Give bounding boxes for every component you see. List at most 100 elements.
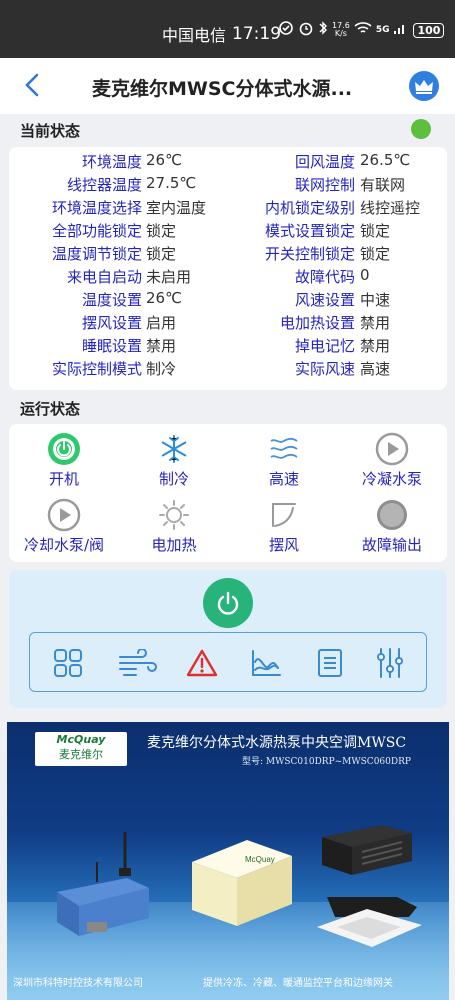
power-on-icon [48, 433, 80, 465]
signal-icon [393, 21, 407, 39]
online-status-dot [411, 119, 431, 139]
indoor-unit-image: McQuay [192, 840, 292, 926]
status-value: 0 [360, 266, 370, 284]
status-value: 未启用 [146, 268, 192, 286]
run-status-condensate-pump: 冷凝水泵 [337, 432, 447, 489]
status-value: 锁定 [360, 245, 391, 263]
status-row: 环境温度 26℃ 回风温度 26.5℃ [9, 151, 447, 174]
status-row: 温度调节锁定 锁定 开关控制锁定 锁定 [9, 243, 447, 266]
status-label: 故障代码 [294, 268, 355, 286]
run-status-label: 高速 [268, 470, 299, 488]
chart-icon [252, 650, 281, 676]
status-value: 禁用 [360, 314, 391, 332]
net-speed: 17.6 K/s [332, 22, 350, 38]
status-row: 摆风设置 启用 电加热设置 禁用 [9, 312, 447, 335]
list-button[interactable] [314, 647, 346, 679]
run-status-cooling-pump: 冷却水泵/阀 [9, 498, 119, 555]
settings-button[interactable] [374, 647, 406, 679]
sun-icon [159, 500, 189, 530]
status-value: 26.5℃ [360, 151, 411, 169]
logo-en: McQuay [56, 733, 106, 746]
wind-speed-icon [270, 437, 298, 459]
carrier-label: 中国电信 [162, 26, 227, 45]
status-value: 锁定 [146, 222, 177, 240]
status-value: 制冷 [146, 360, 177, 378]
alarm-button[interactable] [186, 647, 218, 679]
banner-title: 麦克维尔分体式水源热泵中央空调MWSC [147, 735, 407, 751]
net-speed-unit: K/s [334, 29, 347, 38]
alert-icon [186, 649, 218, 677]
play-circle-icon [47, 498, 81, 532]
swing-icon [272, 503, 296, 527]
status-label: 温度设置 [81, 291, 142, 309]
run-status-label: 摆风 [268, 536, 299, 554]
alarm-icon [298, 20, 314, 40]
title-bar: 麦克维尔MWSC分体式水源... [0, 58, 455, 114]
run-status-label: 电加热 [151, 536, 197, 554]
crown-button[interactable] [409, 71, 439, 101]
power-button[interactable] [203, 578, 253, 628]
run-status-fault-output: 故障输出 [337, 498, 447, 555]
status-value: 27.5℃ [146, 174, 197, 192]
status-label: 掉电记忆 [294, 337, 355, 355]
banner-model: 型号: MWSC010DRP~MWSC060DRP [242, 757, 411, 767]
page-title: 麦克维尔MWSC分体式水源... [92, 78, 353, 100]
banner-slogan: 提供冷冻、冷藏、暖通监控平台和边缘网关 [203, 978, 393, 989]
status-label: 模式设置锁定 [264, 222, 355, 240]
ducted-unit-image [322, 825, 412, 875]
status-value: 室内温度 [146, 199, 207, 217]
logo-zh: 麦克维尔 [59, 748, 103, 761]
run-status-electric-heating: 电加热 [119, 498, 229, 555]
status-value: 26℃ [146, 151, 182, 169]
status-row: 睡眠设置 禁用 掉电记忆 禁用 [9, 335, 447, 358]
status-label: 电加热设置 [279, 314, 355, 332]
status-value: 26℃ [146, 289, 182, 307]
sliders-icon [377, 648, 403, 678]
status-label: 全部功能锁定 [51, 222, 142, 240]
status-value: 有联网 [360, 176, 406, 194]
status-label: 环境温度选择 [51, 199, 142, 217]
clock: 17:19 [232, 24, 282, 44]
grid-button[interactable] [52, 647, 84, 679]
list-icon [318, 649, 342, 677]
sync-icon [278, 20, 294, 40]
status-value: 线控遥控 [360, 199, 421, 217]
run-status-label: 开机 [48, 470, 79, 488]
current-status-title: 当前状态 [20, 122, 81, 140]
run-status-card: 开机 制冷 高速 冷凝水泵 冷却水泵/阀 电加热 摆风 故障输出 [9, 424, 447, 562]
crown-icon [415, 80, 433, 94]
status-row: 温度设置 26℃ 风速设置 中速 [9, 289, 447, 312]
status-row: 来电自启动 未启用 故障代码 0 [9, 266, 447, 289]
current-status-card: 环境温度 26℃ 回风温度 26.5℃ 线控器温度 27.5℃ 联网控制 有联网环境温度选择室… [9, 147, 447, 390]
svg-text:McQuay: McQuay [245, 855, 275, 864]
mcquay-logo: McQuay 麦克维尔 [35, 732, 127, 766]
function-toolbar [29, 632, 427, 692]
status-label: 来电自启动 [66, 268, 142, 286]
status-icons: 17.6 K/s 5G 100 [278, 20, 445, 40]
wind-button[interactable] [118, 647, 158, 679]
play-circle-icon [375, 432, 409, 466]
status-row: 线控器温度 27.5℃ 联网控制 有联网 [9, 174, 447, 197]
product-banner[interactable]: McQuay 麦克维尔 麦克维尔分体式水源热泵中央空调MWSC 型号: MWSC… [7, 722, 449, 1000]
run-status-label: 制冷 [158, 470, 189, 488]
status-label: 开关控制锁定 [264, 245, 355, 263]
status-value: 禁用 [360, 337, 391, 355]
status-label: 线控器温度 [66, 176, 142, 194]
status-value: 中速 [360, 291, 391, 309]
status-label: 风速设置 [294, 291, 355, 309]
status-row: 环境温度选择 室内温度 内机锁定级别 线控遥控 [9, 197, 447, 220]
run-status-power: 开机 [9, 432, 119, 489]
back-button[interactable] [22, 72, 42, 103]
run-status-cooling: 制冷 [119, 432, 229, 489]
fault-dot-icon [377, 500, 407, 530]
bluetooth-icon [318, 20, 328, 40]
status-bar: 中国电信 17:19 17.6 K/s 5G 100 [0, 0, 455, 58]
snowflake-icon [161, 435, 187, 463]
status-label: 实际控制模式 [51, 360, 142, 378]
run-status-swing: 摆风 [229, 498, 339, 555]
run-status-fan-speed: 高速 [229, 432, 339, 489]
chart-button[interactable] [250, 647, 282, 679]
status-label: 联网控制 [294, 176, 355, 194]
run-status-title: 运行状态 [20, 400, 81, 418]
run-status-label: 冷却水泵/阀 [23, 536, 105, 554]
